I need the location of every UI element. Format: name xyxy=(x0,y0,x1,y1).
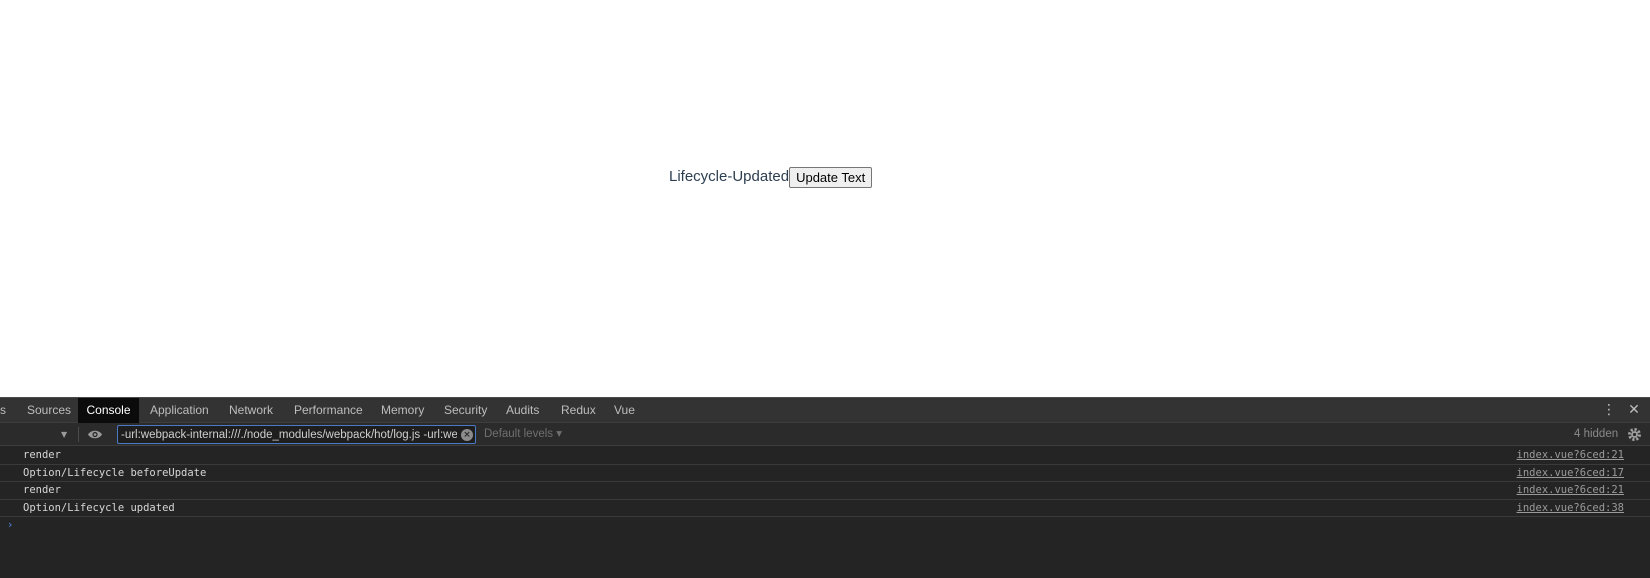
tab-memory[interactable]: Memory xyxy=(381,398,424,423)
clear-filter-icon[interactable]: × xyxy=(461,429,473,441)
tab-audits[interactable]: Audits xyxy=(506,398,539,423)
tab-application[interactable]: Application xyxy=(150,398,209,423)
log-message: render xyxy=(23,449,61,461)
tab-vue[interactable]: Vue xyxy=(614,398,635,423)
log-entry: Option/Lifecycle beforeUpdate index.vue?… xyxy=(0,465,1650,482)
app-row: Lifecycle-Updated Update Text xyxy=(669,166,873,188)
toolbar-divider xyxy=(78,427,79,442)
close-icon[interactable]: ✕ xyxy=(1626,398,1642,423)
tab-redux[interactable]: Redux xyxy=(561,398,596,423)
log-entry: Option/Lifecycle updated index.vue?6ced:… xyxy=(0,500,1650,517)
console-toolbar: ▼ × Default levels ▾ 4 hidden xyxy=(0,423,1650,446)
eye-icon[interactable] xyxy=(87,427,103,442)
log-source-link[interactable]: index.vue?6ced:21 xyxy=(1517,447,1624,464)
lifecycle-text: Lifecycle-Updated xyxy=(669,168,790,185)
log-entry: render index.vue?6ced:21 xyxy=(0,482,1650,500)
console-filter-input[interactable] xyxy=(117,425,476,444)
log-source-link[interactable]: index.vue?6ced:38 xyxy=(1517,500,1624,517)
log-source-link[interactable]: index.vue?6ced:21 xyxy=(1517,482,1624,499)
log-message: render xyxy=(23,484,61,496)
log-message: Option/Lifecycle beforeUpdate xyxy=(23,466,207,479)
console-log: render index.vue?6ced:21 Option/Lifecycl… xyxy=(0,447,1650,517)
hidden-count-badge: 4 hidden xyxy=(1574,428,1619,440)
tab-sources[interactable]: Sources xyxy=(27,398,71,423)
gear-icon[interactable] xyxy=(1627,427,1642,442)
more-menu-icon[interactable]: ⋮ xyxy=(1601,398,1617,423)
tab-elements[interactable]: s xyxy=(0,398,6,423)
log-entry: render index.vue?6ced:21 xyxy=(0,447,1650,465)
devtools-panel: s Sources Console Application Network Pe… xyxy=(0,397,1650,578)
devtools-tabbar: s Sources Console Application Network Pe… xyxy=(0,397,1650,423)
page-viewport: Lifecycle-Updated Update Text xyxy=(0,0,1650,397)
context-dropdown-icon[interactable]: ▼ xyxy=(61,423,67,446)
update-text-button[interactable]: Update Text xyxy=(789,166,873,188)
console-prompt-icon[interactable]: › xyxy=(8,518,12,531)
tab-network[interactable]: Network xyxy=(229,398,273,423)
log-source-link[interactable]: index.vue?6ced:17 xyxy=(1517,465,1624,482)
tab-security[interactable]: Security xyxy=(444,398,487,423)
tab-console[interactable]: Console xyxy=(78,398,139,423)
log-levels-dropdown[interactable]: Default levels ▾ xyxy=(484,423,562,446)
tab-performance[interactable]: Performance xyxy=(294,398,363,423)
log-message: Option/Lifecycle updated xyxy=(23,501,175,514)
